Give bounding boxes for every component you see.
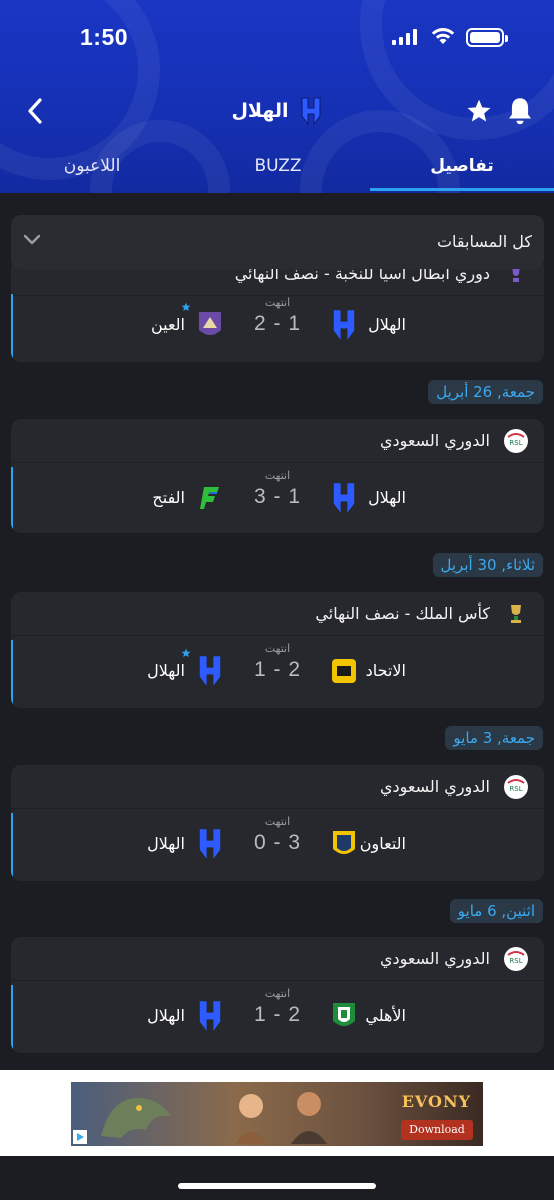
match-score: 3 - 1 bbox=[253, 485, 302, 508]
match-status: انتهت bbox=[264, 469, 291, 482]
tab-bar: تفاصيل BUZZ اللاعبون bbox=[0, 152, 554, 192]
home-team-name: الهلال bbox=[368, 315, 406, 334]
favorite-team-star-icon bbox=[181, 302, 191, 312]
alhilal-logo bbox=[199, 656, 221, 686]
competition-filter-dropdown-top[interactable]: كل المسابقات bbox=[11, 215, 544, 269]
home-team-name: التعاون bbox=[359, 834, 406, 853]
tab-details[interactable]: تفاصيل bbox=[406, 156, 518, 176]
favorite-team-star-icon bbox=[181, 648, 191, 658]
alain-logo bbox=[199, 312, 221, 335]
tab-players[interactable]: اللاعبون bbox=[36, 156, 148, 176]
alhilal-logo bbox=[199, 1001, 221, 1031]
rsl-logo: RSL bbox=[504, 775, 528, 799]
alahli-logo bbox=[333, 1003, 355, 1026]
alhilal-logo bbox=[333, 310, 355, 340]
alfateh-logo bbox=[200, 487, 219, 509]
kings-cup-icon bbox=[511, 605, 521, 623]
ad-banner[interactable]: EVONY Download bbox=[71, 1082, 483, 1146]
match-score: 2 - 1 bbox=[253, 312, 302, 335]
ad-banner-container: EVONY Download bbox=[0, 1070, 554, 1156]
alhilal-logo bbox=[199, 829, 221, 859]
chevron-down-icon bbox=[23, 234, 41, 245]
home-indicator[interactable] bbox=[178, 1183, 376, 1189]
match-score: 1 - 2 bbox=[253, 1003, 302, 1026]
match-date-label: جمعة, 26 أبريل bbox=[428, 380, 543, 404]
match-card[interactable]: الدوري السعودي RSL انتهت 0 - 3 التعاون ا… bbox=[11, 765, 544, 881]
match-score: 0 - 3 bbox=[253, 831, 302, 854]
match-date-label: ثلاثاء, 30 أبريل bbox=[432, 553, 543, 577]
alhilal-logo bbox=[301, 97, 321, 126]
competition-name: الدوري السعودي bbox=[379, 431, 490, 450]
home-team-name: الأهلي bbox=[365, 1006, 406, 1025]
svg-text:RSL: RSL bbox=[509, 785, 522, 793]
away-team-name: الهلال bbox=[147, 834, 185, 853]
match-status: انتهت bbox=[264, 296, 291, 309]
home-team-name: الهلال bbox=[368, 488, 406, 507]
battery-icon bbox=[466, 28, 508, 47]
match-card[interactable]: دوري أبطال آسيا للنخبة - نصف النهائي انت… bbox=[11, 258, 544, 362]
match-card[interactable]: كأس الملك - نصف النهائي انتهت 1 - 2 الات… bbox=[11, 592, 544, 708]
competition-name: الدوري السعودي bbox=[379, 949, 490, 968]
match-competition-header: الدوري السعودي RSL bbox=[11, 937, 544, 981]
match-score: 1 - 2 bbox=[253, 658, 302, 681]
match-row[interactable]: انتهت 0 - 3 التعاون الهلال bbox=[11, 809, 544, 881]
match-competition-header: كأس الملك - نصف النهائي bbox=[11, 592, 544, 636]
match-status: انتهت bbox=[264, 987, 291, 1000]
match-card[interactable]: الدوري السعودي RSL انتهت 3 - 1 الهلال ال… bbox=[11, 419, 544, 533]
match-row[interactable]: انتهت 1 - 2 الاتحاد الهلال bbox=[11, 636, 544, 708]
match-row[interactable]: انتهت 2 - 1 الهلال العين bbox=[11, 290, 544, 362]
away-team-name: العين bbox=[150, 315, 185, 334]
match-date-label: اثنين, 6 مايو bbox=[449, 899, 543, 923]
match-row[interactable]: انتهت 1 - 2 الأهلي الهلال bbox=[11, 981, 544, 1053]
warrior-illustration-icon bbox=[235, 1092, 327, 1144]
competition-filter-label: كل المسابقات bbox=[436, 232, 532, 251]
home-team-name: الاتحاد bbox=[365, 661, 406, 680]
cellular-signal-icon bbox=[392, 29, 417, 45]
svg-text:RSL: RSL bbox=[509, 957, 522, 965]
away-team-name: الهلال bbox=[147, 1006, 185, 1025]
away-team-name: الفتح bbox=[152, 488, 185, 507]
status-bar: 1:50 bbox=[0, 0, 554, 75]
status-time: 1:50 bbox=[80, 24, 129, 50]
team-name: الهلال bbox=[231, 100, 289, 122]
rsl-logo: RSL bbox=[504, 947, 528, 971]
match-status: انتهت bbox=[264, 642, 291, 655]
active-tab-indicator bbox=[370, 188, 554, 191]
dragon-illustration-icon bbox=[101, 1097, 171, 1138]
match-card[interactable]: الدوري السعودي RSL انتهت 1 - 2 الأهلي ال… bbox=[11, 937, 544, 1053]
alittihad-logo bbox=[332, 659, 356, 683]
match-row[interactable]: انتهت 3 - 1 الهلال الفتح bbox=[11, 463, 544, 533]
home-indicator-area bbox=[0, 1156, 554, 1200]
svg-text:RSL: RSL bbox=[509, 439, 522, 447]
wifi-icon bbox=[431, 28, 455, 44]
tab-buzz[interactable]: BUZZ bbox=[222, 156, 334, 176]
notification-bell-icon[interactable] bbox=[506, 96, 534, 126]
favorite-star-icon[interactable] bbox=[466, 98, 492, 124]
app-header: 1:50 الهلال تفاصيل BUZZ اللاعبون bbox=[0, 0, 554, 193]
match-competition-header: الدوري السعودي RSL bbox=[11, 765, 544, 809]
ad-choices-icon[interactable] bbox=[73, 1130, 87, 1144]
rsl-logo: RSL bbox=[504, 429, 528, 453]
altaawoun-logo bbox=[333, 831, 355, 854]
match-date-label: جمعة, 3 مايو bbox=[445, 726, 543, 750]
competition-name: كأس الملك - نصف النهائي bbox=[315, 604, 490, 623]
competition-name: الدوري السعودي bbox=[379, 777, 490, 796]
away-team-name: الهلال bbox=[147, 661, 185, 680]
nav-bar: الهلال bbox=[0, 88, 554, 134]
ad-download-button[interactable]: Download bbox=[401, 1120, 473, 1140]
match-status: انتهت bbox=[264, 815, 291, 828]
match-competition-header: الدوري السعودي RSL bbox=[11, 419, 544, 463]
ad-brand: EVONY bbox=[401, 1092, 471, 1111]
alhilal-logo bbox=[333, 483, 355, 513]
